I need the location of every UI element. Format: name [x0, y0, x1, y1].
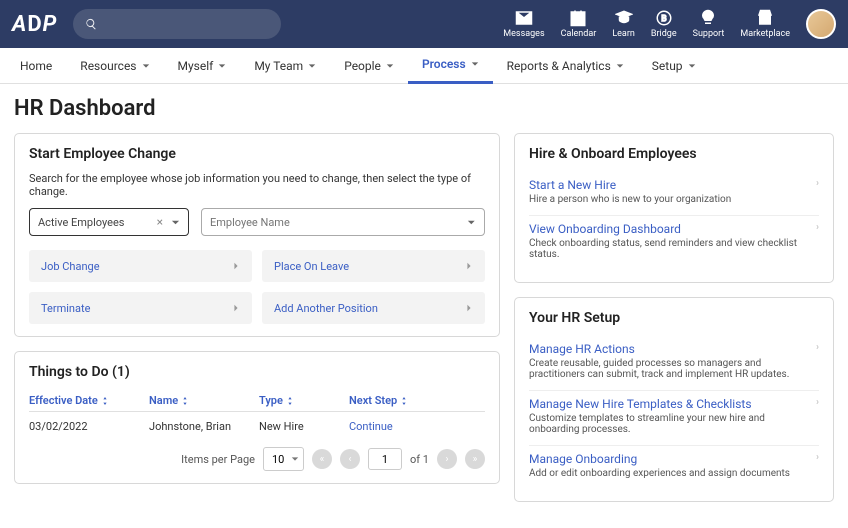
table-header: Effective Date Name Type Next Step [29, 390, 485, 412]
nav-calendar[interactable]: Calendar [561, 9, 597, 39]
pager-prev[interactable]: ‹ [340, 449, 360, 469]
pager-next[interactable]: › [437, 449, 457, 469]
action-add-another-position[interactable]: Add Another Position [262, 292, 485, 324]
menu-bar: HomeResourcesMyselfMy TeamPeopleProcessR… [0, 48, 848, 84]
menu-home[interactable]: Home [6, 48, 66, 84]
col-next-step[interactable]: Next Step [349, 394, 485, 407]
hire-desc: Check onboarding status, send reminders … [529, 238, 819, 260]
svg-text:B: B [661, 14, 666, 24]
search-input[interactable] [106, 17, 270, 31]
items-per-page-select[interactable]: 10 [263, 447, 304, 471]
pager-page-input[interactable] [368, 448, 402, 470]
chevron-right-icon: › [816, 178, 819, 189]
table-row: 03/02/2022Johnstone, BrianNew HireContin… [29, 412, 485, 441]
employee-filter-value: Active Employees [38, 216, 124, 229]
top-bar: ADP MessagesCalendarLearnBBridgeSupportM… [0, 0, 848, 48]
setup-link[interactable]: Manage Onboarding [529, 452, 819, 466]
page-content: HR Dashboard Start Employee Change Searc… [0, 84, 848, 528]
employee-name-input[interactable] [210, 216, 463, 229]
hire-link[interactable]: View Onboarding Dashboard [529, 222, 819, 236]
action-job-change[interactable]: Job Change [29, 250, 252, 282]
hire-onboard-card: Hire & Onboard Employees Start a New Hir… [514, 133, 834, 283]
logo[interactable]: ADP [12, 12, 57, 37]
hire-item[interactable]: Start a New Hire Hire a person who is new… [529, 172, 819, 216]
menu-setup[interactable]: Setup [638, 48, 710, 84]
nav-bridge[interactable]: BBridge [651, 9, 677, 39]
nav-support[interactable]: Support [693, 9, 725, 39]
setup-link[interactable]: Manage New Hire Templates & Checklists [529, 397, 819, 411]
start-change-hint: Search for the employee whose job inform… [29, 172, 485, 198]
menu-people[interactable]: People [330, 48, 408, 84]
hire-title: Hire & Onboard Employees [529, 146, 819, 162]
employee-name-input-wrap[interactable] [201, 208, 485, 236]
chevron-right-icon: › [816, 397, 819, 408]
cell-name: Johnstone, Brian [149, 420, 259, 433]
chevron-down-icon [171, 218, 180, 227]
hire-desc: Hire a person who is new to your organiz… [529, 194, 819, 205]
chevron-right-icon: › [816, 222, 819, 233]
hire-link[interactable]: Start a New Hire [529, 178, 819, 192]
setup-item[interactable]: Manage Onboarding Add or edit onboarding … [529, 446, 819, 489]
setup-link[interactable]: Manage HR Actions [529, 342, 819, 356]
setup-desc: Add or edit onboarding experiences and a… [529, 468, 819, 479]
continue-link[interactable]: Continue [349, 420, 393, 433]
menu-my-team[interactable]: My Team [240, 48, 330, 84]
col-type[interactable]: Type [259, 394, 349, 407]
col-effective-date[interactable]: Effective Date [29, 394, 149, 407]
setup-title: Your HR Setup [529, 310, 819, 326]
employee-filter-select[interactable]: Active Employees × [29, 208, 189, 236]
page-title: HR Dashboard [14, 96, 834, 121]
setup-item[interactable]: Manage New Hire Templates & Checklists Cu… [529, 391, 819, 446]
setup-desc: Create reusable, guided processes so man… [529, 358, 819, 380]
search-box[interactable] [73, 9, 281, 39]
chevron-down-icon [467, 218, 476, 227]
menu-process[interactable]: Process [408, 48, 493, 84]
clear-filter-icon[interactable]: × [153, 215, 167, 229]
pager-of: of 1 [410, 453, 429, 466]
menu-resources[interactable]: Resources [66, 48, 163, 84]
menu-reports-analytics[interactable]: Reports & Analytics [493, 48, 638, 84]
hire-item[interactable]: View Onboarding Dashboard Check onboardin… [529, 216, 819, 270]
topbar-left: ADP [12, 9, 281, 39]
avatar[interactable] [806, 9, 836, 39]
chevron-right-icon: › [816, 342, 819, 353]
items-per-page-label: Items per Page [181, 453, 255, 466]
things-title: Things to Do (1) [29, 364, 485, 380]
cell-date: 03/02/2022 [29, 420, 149, 433]
topbar-right: Messages Calendar Learn BBridge Support Marke… [503, 9, 836, 39]
nav-messages[interactable]: Messages [503, 9, 544, 39]
setup-item[interactable]: Manage HR Actions Create reusable, guided… [529, 336, 819, 391]
pager-last[interactable]: » [465, 449, 485, 469]
action-place-on-leave[interactable]: Place On Leave [262, 250, 485, 282]
nav-learn[interactable]: Learn [612, 9, 635, 39]
search-icon [85, 17, 97, 31]
pager-first[interactable]: « [312, 449, 332, 469]
menu-myself[interactable]: Myself [164, 48, 241, 84]
hr-setup-card: Your HR Setup Manage HR Actions Create re… [514, 297, 834, 502]
start-employee-change-card: Start Employee Change Search for the emp… [14, 133, 500, 337]
chevron-right-icon: › [816, 452, 819, 463]
col-name[interactable]: Name [149, 394, 259, 407]
action-terminate[interactable]: Terminate [29, 292, 252, 324]
nav-marketplace[interactable]: Marketplace [740, 9, 790, 39]
things-to-do-card: Things to Do (1) Effective Date Name Typ… [14, 351, 500, 484]
pager: Items per Page 10 « ‹ of 1 › » [29, 447, 485, 471]
cell-type: New Hire [259, 420, 349, 433]
setup-desc: Customize templates to streamline your n… [529, 413, 819, 435]
start-change-title: Start Employee Change [29, 146, 485, 162]
